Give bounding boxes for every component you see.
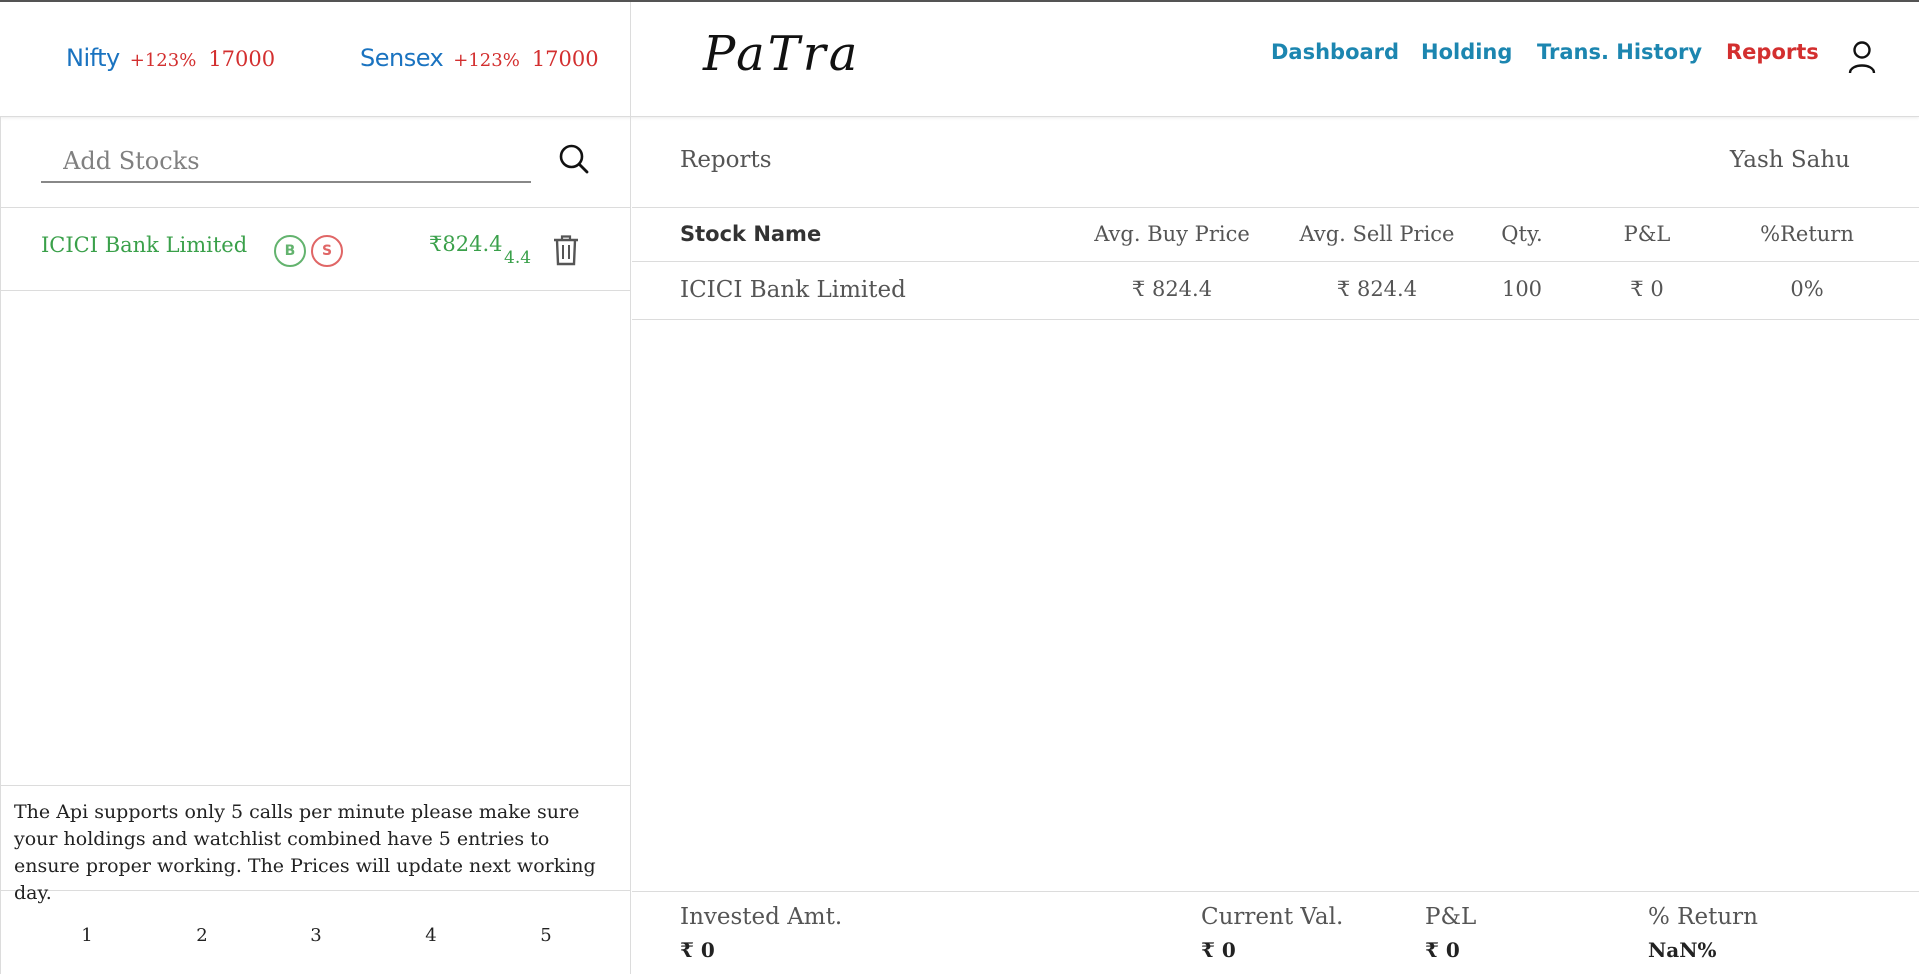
col-avg-sell: Avg. Sell Price: [1299, 222, 1455, 246]
reports-header: Reports Yash Sahu: [632, 117, 1919, 208]
sell-button[interactable]: S: [311, 235, 343, 267]
nav-holding[interactable]: Holding: [1421, 40, 1512, 64]
col-pl: P&L: [1623, 222, 1671, 246]
ticker-sensex: Sensex +123% 17000: [360, 44, 599, 72]
stock-price: ₹824.4: [429, 232, 503, 256]
ticker-value: 17000: [531, 47, 599, 71]
reports-panel: Reports Yash Sahu Stock Name Avg. Buy Pr…: [632, 117, 1919, 974]
col-stock-name: Stock Name: [680, 222, 822, 246]
nav-reports[interactable]: Reports: [1726, 40, 1819, 64]
page-5[interactable]: 5: [531, 925, 561, 946]
nav-dashboard[interactable]: Dashboard: [1271, 40, 1399, 64]
nav-trans-history[interactable]: Trans. History: [1537, 40, 1702, 64]
pl-value: ₹ 0: [1425, 938, 1460, 962]
summary-footer: Invested Amt. ₹ 0 Current Val. ₹ 0 P&L ₹…: [632, 891, 1919, 974]
brand-logo[interactable]: PaTra: [703, 26, 860, 82]
api-notice: The Api supports only 5 calls per minute…: [1, 785, 631, 904]
cell-stock-name: ICICI Bank Limited: [680, 277, 906, 303]
user-icon[interactable]: [1847, 40, 1877, 74]
page-4[interactable]: 4: [416, 925, 446, 946]
stock-name: ICICI Bank Limited: [41, 233, 248, 257]
pl-label: P&L: [1425, 904, 1477, 930]
pagination: 1 2 3 4 5: [1, 891, 631, 974]
trash-icon[interactable]: [552, 234, 580, 266]
add-stocks-input[interactable]: [41, 141, 531, 183]
table-row[interactable]: ICICI Bank Limited ₹ 824.4 ₹ 824.4 100 ₹…: [632, 262, 1919, 320]
ticker-change: +123%: [453, 50, 520, 71]
col-avg-buy: Avg. Buy Price: [1094, 222, 1250, 246]
watchlist-panel: ICICI Bank Limited B S ₹824.4 4.4 The Ap…: [0, 117, 631, 974]
cell-avg-buy: ₹ 824.4: [1131, 277, 1213, 301]
cell-avg-sell: ₹ 824.4: [1336, 277, 1418, 301]
return-value: NaN%: [1648, 938, 1717, 962]
col-return: %Return: [1760, 222, 1854, 246]
col-qty: Qty.: [1501, 222, 1543, 246]
page-2[interactable]: 2: [187, 925, 217, 946]
buy-button[interactable]: B: [274, 235, 306, 267]
cell-pl: ₹ 0: [1630, 277, 1664, 301]
search-icon[interactable]: [558, 143, 590, 175]
stock-change: 4.4: [504, 248, 532, 268]
ticker-name: Nifty: [66, 44, 120, 72]
ticker-value: 17000: [208, 47, 276, 71]
table-header: Stock Name Avg. Buy Price Avg. Sell Pric…: [632, 208, 1919, 262]
invested-value: ₹ 0: [680, 938, 715, 962]
user-name: Yash Sahu: [1729, 147, 1850, 173]
top-header: Nifty +123% 17000 Sensex +123% 17000 PaT…: [0, 2, 1919, 117]
page-1[interactable]: 1: [72, 925, 102, 946]
current-value: ₹ 0: [1201, 938, 1236, 962]
page-title: Reports: [680, 147, 772, 173]
ticker-change: +123%: [129, 50, 197, 71]
invested-label: Invested Amt.: [680, 904, 843, 930]
cell-return: 0%: [1790, 277, 1824, 301]
watchlist-item[interactable]: ICICI Bank Limited B S ₹824.4 4.4: [1, 208, 631, 291]
cell-qty: 100: [1501, 277, 1543, 301]
search-bar: [1, 117, 631, 208]
ticker-nifty: Nifty +123% 17000: [66, 44, 275, 72]
page-3[interactable]: 3: [301, 925, 331, 946]
current-label: Current Val.: [1201, 904, 1344, 930]
ticker-name: Sensex: [360, 44, 444, 72]
market-tickers: Nifty +123% 17000 Sensex +123% 17000: [0, 2, 631, 117]
return-label: % Return: [1648, 904, 1758, 930]
